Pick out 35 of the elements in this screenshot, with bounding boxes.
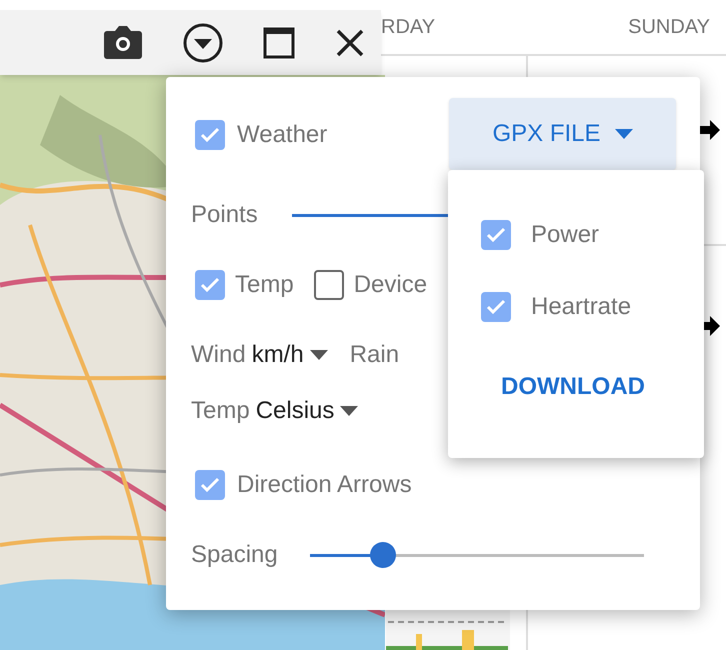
checkbox[interactable] [195, 120, 225, 150]
checkbox[interactable] [481, 292, 511, 322]
unit-select[interactable]: Rain [350, 337, 400, 373]
checkbox[interactable] [195, 270, 225, 300]
checkbox-label: Weather [237, 120, 328, 150]
check-icon [200, 127, 220, 143]
download-button[interactable]: DOWNLOAD [501, 369, 645, 405]
gpx-file-button[interactable]: GPX FILE [449, 98, 676, 170]
caret-icon [340, 406, 358, 416]
day-header: RDAY [381, 15, 436, 40]
check-icon [486, 299, 506, 315]
slider-label: Spacing [191, 540, 278, 570]
checkbox-label: Heartrate [531, 292, 632, 322]
checkbox-label: Device [354, 270, 428, 300]
maximize-icon[interactable] [263, 26, 295, 58]
slider-label: Points [191, 200, 258, 230]
check-icon [486, 227, 506, 243]
caret-icon [614, 129, 633, 139]
unit-select[interactable]: Wind km/h [191, 337, 328, 373]
checkbox-label: Temp [235, 270, 294, 300]
checkbox-label: Direction Arrows [237, 470, 412, 500]
day-header: SUNDAY [628, 15, 710, 40]
dropdown-icon[interactable] [183, 22, 223, 62]
close-icon[interactable] [335, 28, 365, 58]
camera-icon[interactable] [103, 24, 143, 60]
slider[interactable] [310, 543, 644, 567]
checkbox[interactable] [195, 470, 225, 500]
checkbox-label: Power [531, 220, 600, 250]
arrow-icon [700, 120, 720, 140]
unit-select[interactable]: Temp Celsius [191, 393, 358, 429]
caret-icon [310, 350, 328, 360]
checkbox[interactable] [481, 220, 511, 250]
check-icon [200, 477, 220, 493]
checkbox[interactable] [314, 270, 344, 300]
check-icon [200, 277, 220, 293]
